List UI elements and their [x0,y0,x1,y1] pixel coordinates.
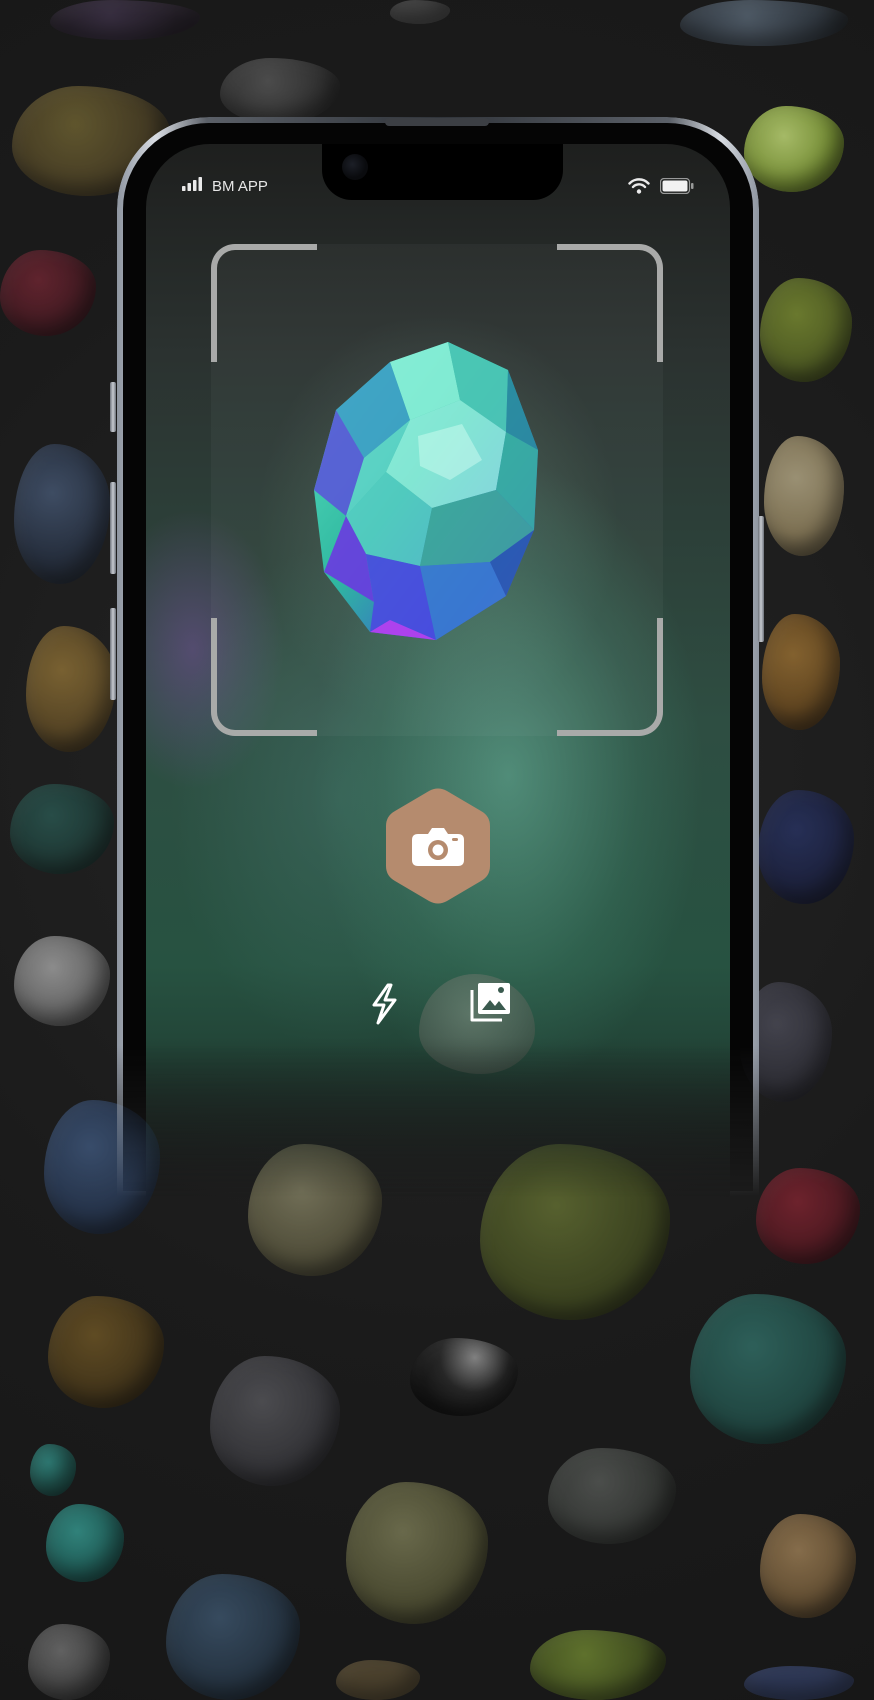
scan-frame-corner-bottom-right [557,618,663,736]
flash-icon [372,983,397,1025]
rock [548,1448,676,1544]
rock [220,58,340,124]
capture-button[interactable] [386,788,490,904]
scan-frame-corner-top-right [557,244,663,362]
carrier-label: BM APP [212,177,268,195]
flash-toggle-button[interactable] [360,980,408,1028]
rock [680,0,848,46]
status-bar-right [628,177,694,199]
rock [50,0,200,40]
rock [690,1294,846,1444]
scan-frame-corner-bottom-left [211,618,317,736]
rock [760,1514,856,1618]
rock [756,1168,860,1264]
rock [346,1482,488,1624]
rock [166,1574,300,1700]
rock [10,784,114,874]
status-bar-left: BM APP [182,177,268,195]
rock [390,0,450,24]
wifi-icon [628,178,650,199]
promo-page: BM APP [0,0,874,1700]
rock [744,1666,854,1700]
rock [28,1624,110,1700]
phone-screen: BM APP [146,144,730,1197]
rock [762,614,840,730]
phone-mute-switch [110,382,116,432]
battery-icon [659,177,694,199]
rock [46,1504,124,1582]
rock [14,936,110,1026]
front-camera-icon [342,154,368,180]
rock [30,1444,76,1496]
rock [530,1630,666,1700]
rock [764,436,844,556]
rock [0,250,96,336]
rock [744,106,844,192]
gallery-button[interactable] [467,978,515,1026]
phone-power-button [758,516,764,642]
rock [760,278,852,382]
gallery-icon [470,983,510,1022]
rock [26,626,116,752]
phone-volume-down-button [110,608,116,700]
rock [758,790,854,904]
rock [410,1338,518,1416]
scan-frame-corner-top-left [211,244,317,362]
phone-mockup: BM APP [117,117,759,1197]
rock [48,1296,164,1408]
phone-notch [322,144,563,200]
signal-bars-icon [182,177,204,195]
phone-volume-up-button [110,482,116,574]
rock [336,1660,420,1700]
crystal-gem-image [314,342,538,640]
rock [210,1356,340,1486]
rock [14,444,110,584]
speaker-grille [385,118,489,126]
scan-viewfinder [211,244,663,736]
